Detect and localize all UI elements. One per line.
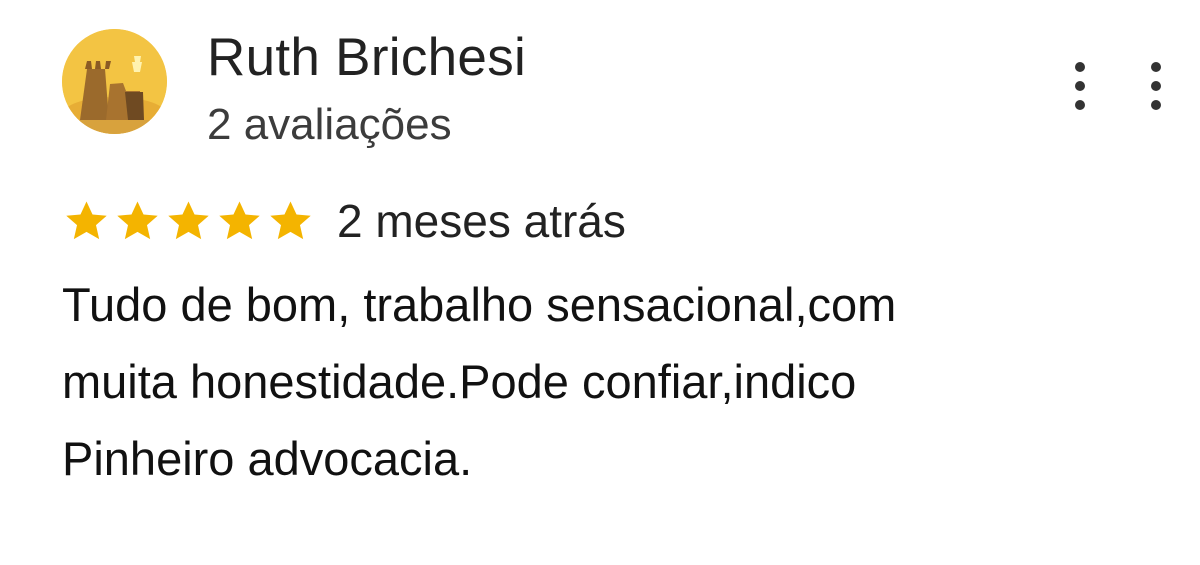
star-icon <box>66 200 107 239</box>
more-vert-icon-dot <box>1075 81 1085 91</box>
review-text-line: Pinheiro advocacia. <box>62 432 473 485</box>
more-vert-icon-dot <box>1075 62 1085 72</box>
review-card: Ruth Brichesi 2 avaliações 2 meses atrás… <box>0 0 1200 565</box>
more-vert-icon-dot <box>1151 62 1161 72</box>
reviewer-name[interactable]: Ruth Brichesi <box>207 27 526 89</box>
more-vert-icon-dot <box>1151 100 1161 110</box>
rating-row: 2 meses atrás <box>62 190 626 252</box>
review-text-line: Tudo de bom, trabalho sensacional,com <box>62 278 897 331</box>
reviewer-review-count: 2 avaliações <box>207 100 452 149</box>
review-text: Tudo de bom, trabalho sensacional,com mui… <box>62 266 1162 497</box>
castle-avatar-icon <box>62 29 167 134</box>
star-icon <box>117 200 158 239</box>
star-icon <box>168 200 209 239</box>
more-options-button-2[interactable] <box>1148 62 1164 110</box>
more-vert-icon-dot <box>1075 100 1085 110</box>
more-options-button-1[interactable] <box>1072 62 1088 110</box>
review-date: 2 meses atrás <box>337 195 626 247</box>
review-text-line: muita honestidade.Pode confiar,indico <box>62 355 857 408</box>
star-icon <box>270 200 311 239</box>
more-vert-icon-dot <box>1151 81 1161 91</box>
star-rating <box>62 197 315 246</box>
reviewer-avatar[interactable] <box>62 29 167 134</box>
star-icon <box>219 200 260 239</box>
